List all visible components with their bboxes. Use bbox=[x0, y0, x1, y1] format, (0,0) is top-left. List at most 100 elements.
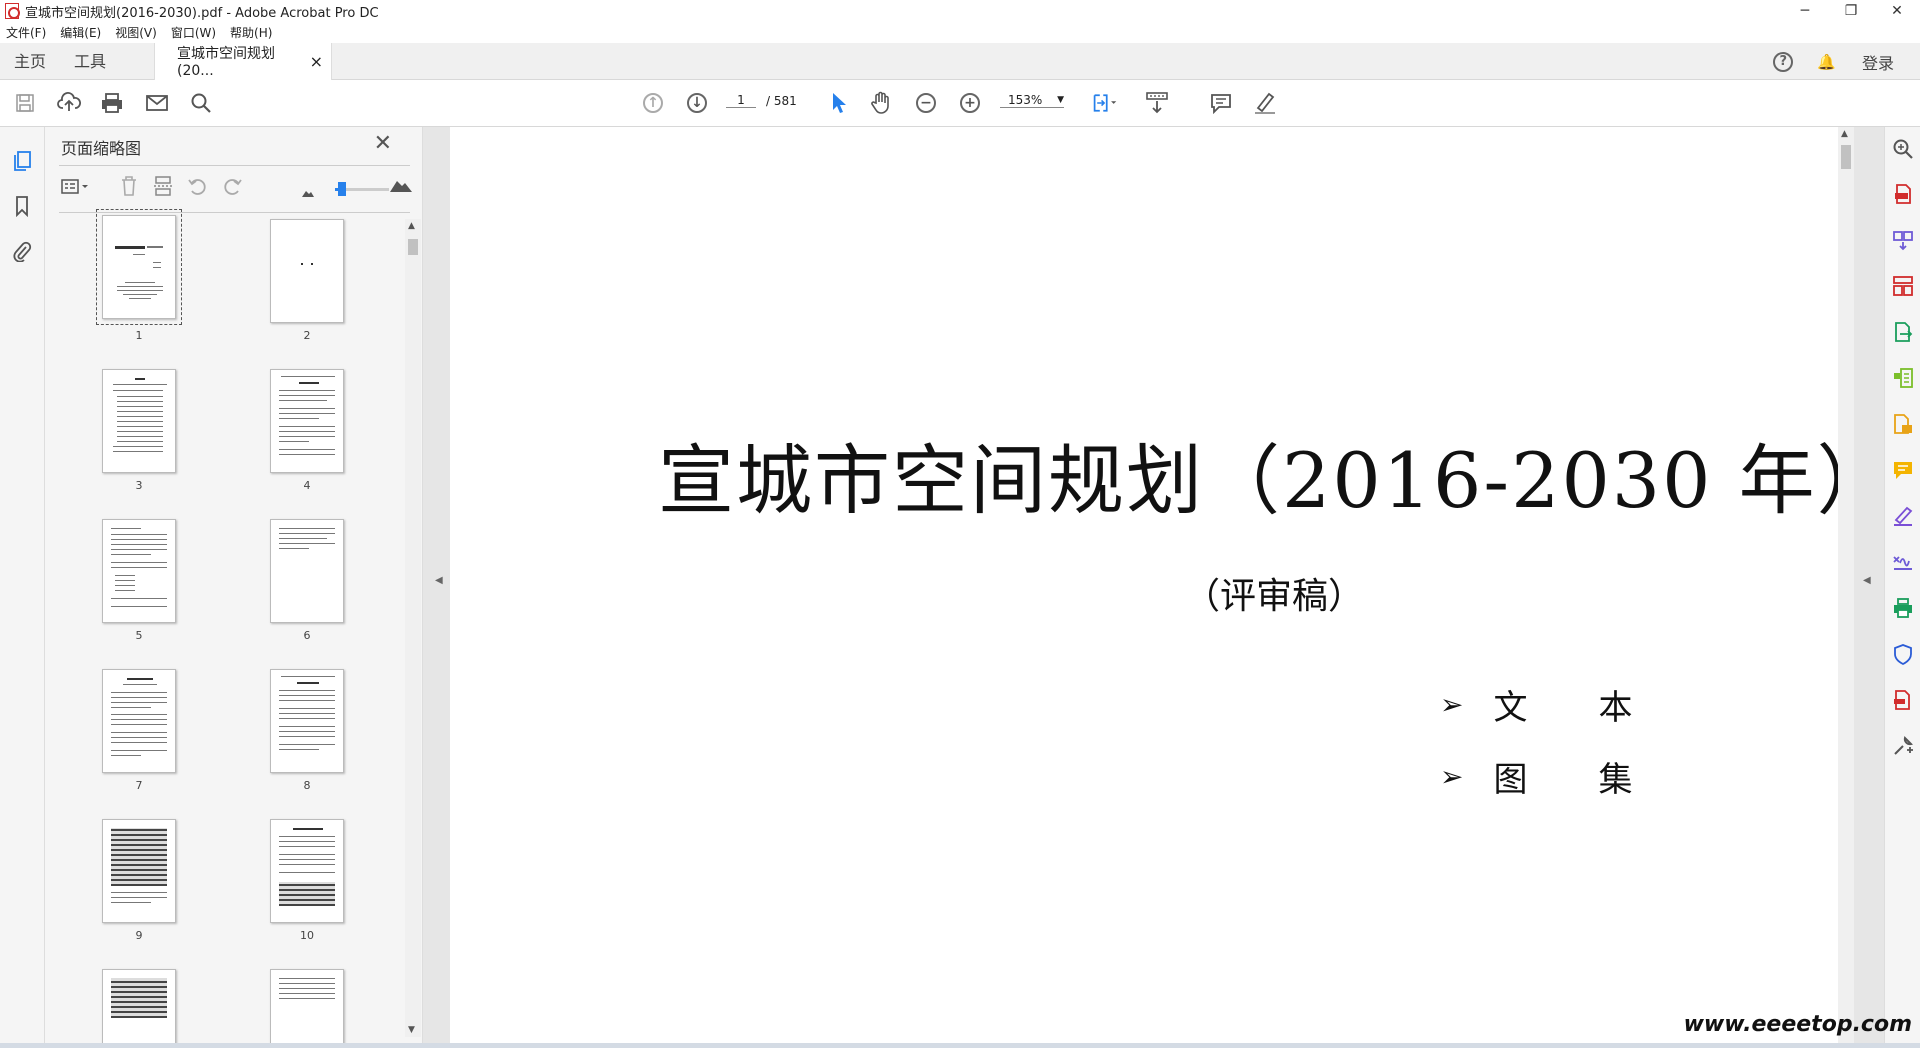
thumbnail-page-4[interactable] bbox=[270, 369, 344, 473]
organize-pages-icon[interactable] bbox=[1891, 274, 1915, 298]
request-signature-icon[interactable] bbox=[1891, 550, 1915, 574]
page-thumbnails-panel: 页面缩略图 ✕ 1 2 3 4 5 6 7 8 9 10 ▲ ▼ bbox=[45, 127, 423, 1043]
hand-tool-icon[interactable] bbox=[868, 90, 894, 116]
print-production-icon[interactable] bbox=[1891, 596, 1915, 620]
scroll-down-arrow-icon[interactable]: ▼ bbox=[408, 1025, 415, 1035]
acrobat-pdf-icon bbox=[5, 3, 20, 19]
scroll-mode-icon[interactable] bbox=[1144, 90, 1170, 116]
thumbnail-page-1[interactable] bbox=[96, 209, 182, 325]
bullet-text: 集 bbox=[1598, 760, 1633, 800]
minimize-button[interactable]: ─ bbox=[1782, 0, 1828, 22]
bullet-item: ➢ 图 集 bbox=[1440, 752, 1632, 801]
close-panel-icon[interactable]: ✕ bbox=[374, 131, 392, 156]
restore-button[interactable]: ❐ bbox=[1828, 0, 1874, 22]
thumbnail-number: 1 bbox=[135, 329, 143, 342]
thumbnail-number: 8 bbox=[303, 779, 311, 792]
thumbnail-number: 2 bbox=[303, 329, 311, 342]
zoom-select[interactable]: 153% ▼ bbox=[1000, 93, 1064, 108]
highlight-pen-icon[interactable] bbox=[1252, 90, 1278, 116]
fill-sign-icon[interactable] bbox=[1891, 504, 1915, 528]
thumbnail-scrollbar[interactable]: ▲ ▼ bbox=[405, 219, 421, 1037]
menu-bar: 文件(F) 编辑(E) 视图(V) 窗口(W) 帮助(H) bbox=[0, 22, 1920, 43]
fit-page-icon[interactable] bbox=[1092, 90, 1118, 116]
thumbnail-page-6[interactable] bbox=[270, 519, 344, 623]
title-bar: 宣城市空间规划(2016-2030).pdf - Adobe Acrobat P… bbox=[0, 0, 1920, 22]
next-page-icon[interactable]: ↓ bbox=[684, 90, 710, 116]
thumbnail-grid: 1 2 3 4 5 6 7 8 9 10 bbox=[45, 185, 405, 1043]
print-icon[interactable] bbox=[99, 90, 125, 116]
menu-view[interactable]: 视图(V) bbox=[115, 24, 157, 41]
protect-shield-icon[interactable] bbox=[1891, 642, 1915, 666]
document-scrollbar[interactable]: ▲ bbox=[1838, 127, 1854, 1043]
comment-icon[interactable] bbox=[1208, 90, 1234, 116]
thumbnail-page-3[interactable] bbox=[102, 369, 176, 473]
document-viewport: ◀ 宣城市空间规划（2016-2030 年） （评审稿） ➢ 文 本 ➢ 图 集… bbox=[423, 127, 1893, 1043]
thumbnail-page-7[interactable] bbox=[102, 669, 176, 773]
bullet-item: ➢ 文 本 bbox=[1440, 680, 1632, 729]
close-window-button[interactable]: ✕ bbox=[1874, 0, 1920, 22]
bullet-text: 文 bbox=[1493, 688, 1528, 728]
create-pdf-icon[interactable] bbox=[1891, 182, 1915, 206]
menu-file[interactable]: 文件(F) bbox=[6, 24, 46, 41]
thumbnail-page-11[interactable] bbox=[102, 969, 176, 1043]
redact-icon[interactable] bbox=[1891, 688, 1915, 712]
page-thumbnails-icon[interactable] bbox=[10, 149, 34, 173]
help-icon[interactable]: ? bbox=[1773, 51, 1794, 72]
document-subtitle: （评审稿） bbox=[1183, 576, 1364, 617]
tab-home[interactable]: 主页 bbox=[0, 43, 60, 80]
save-icon[interactable] bbox=[12, 90, 38, 116]
export-pdf-icon[interactable] bbox=[1891, 320, 1915, 344]
collapse-left-panel-icon[interactable]: ◀ bbox=[435, 575, 445, 591]
zoom-in-icon[interactable]: + bbox=[957, 90, 983, 116]
thumbnail-number: 7 bbox=[135, 779, 143, 792]
search-icon[interactable] bbox=[188, 90, 214, 116]
thumbnail-number: 6 bbox=[303, 629, 311, 642]
more-tools-wrench-icon[interactable] bbox=[1891, 734, 1915, 758]
comment-tool-icon[interactable] bbox=[1891, 458, 1915, 482]
scrollbar-thumb[interactable] bbox=[408, 239, 418, 255]
expand-right-panel-icon[interactable]: ◀ bbox=[1863, 575, 1873, 591]
taskbar-strip bbox=[0, 1043, 1920, 1048]
thumbnail-number: 3 bbox=[135, 479, 143, 492]
page-navigator: 1 / 581 bbox=[726, 93, 797, 108]
current-page-input[interactable]: 1 bbox=[726, 93, 756, 108]
email-icon[interactable] bbox=[144, 90, 170, 116]
thumbnail-page-9[interactable] bbox=[102, 819, 176, 923]
scroll-up-arrow-icon[interactable]: ▲ bbox=[1841, 129, 1848, 139]
thumbnail-page-8[interactable] bbox=[270, 669, 344, 773]
combine-files-icon[interactable] bbox=[1891, 228, 1915, 252]
tab-tools[interactable]: 工具 bbox=[60, 43, 120, 80]
select-cursor-icon[interactable] bbox=[826, 90, 852, 116]
close-tab-icon[interactable]: × bbox=[310, 52, 323, 71]
bell-icon[interactable]: 🔔 bbox=[1817, 53, 1836, 71]
upload-cloud-icon[interactable] bbox=[56, 90, 82, 116]
right-tools-rail bbox=[1884, 127, 1920, 1043]
send-for-review-icon[interactable] bbox=[1891, 412, 1915, 436]
menu-window[interactable]: 窗口(W) bbox=[171, 24, 216, 41]
scroll-up-arrow-icon[interactable]: ▲ bbox=[408, 221, 415, 231]
thumbnail-number: 10 bbox=[300, 929, 314, 942]
login-button[interactable]: 登录 bbox=[1862, 50, 1894, 74]
chevron-down-icon: ▼ bbox=[1057, 95, 1064, 105]
menu-edit[interactable]: 编辑(E) bbox=[60, 24, 101, 41]
panel-divider bbox=[59, 165, 410, 166]
tab-document[interactable]: 宣城市空间规划(20... × bbox=[154, 42, 333, 80]
menu-help[interactable]: 帮助(H) bbox=[230, 24, 272, 41]
bullet-arrow-icon: ➢ bbox=[1440, 760, 1464, 793]
total-pages: / 581 bbox=[766, 93, 797, 108]
attachment-icon[interactable] bbox=[10, 239, 34, 263]
document-tab-label: 宣城市空间规划(20... bbox=[177, 46, 276, 79]
thumbnail-page-2[interactable] bbox=[270, 219, 344, 323]
thumbnail-page-10[interactable] bbox=[270, 819, 344, 923]
bookmark-icon[interactable] bbox=[10, 194, 34, 218]
previous-page-icon[interactable]: ↑ bbox=[640, 90, 666, 116]
thumbnail-page-12[interactable] bbox=[270, 969, 344, 1043]
enhance-scan-icon[interactable] bbox=[1891, 137, 1915, 161]
window-title: 宣城市空间规划(2016-2030).pdf - Adobe Acrobat P… bbox=[25, 5, 379, 21]
thumbnail-page-5[interactable] bbox=[102, 519, 176, 623]
bullet-text: 本 bbox=[1598, 688, 1633, 728]
thumbnail-number: 4 bbox=[303, 479, 311, 492]
edit-pdf-icon[interactable] bbox=[1891, 366, 1915, 390]
zoom-out-icon[interactable]: − bbox=[913, 90, 939, 116]
scrollbar-thumb[interactable] bbox=[1841, 145, 1851, 169]
